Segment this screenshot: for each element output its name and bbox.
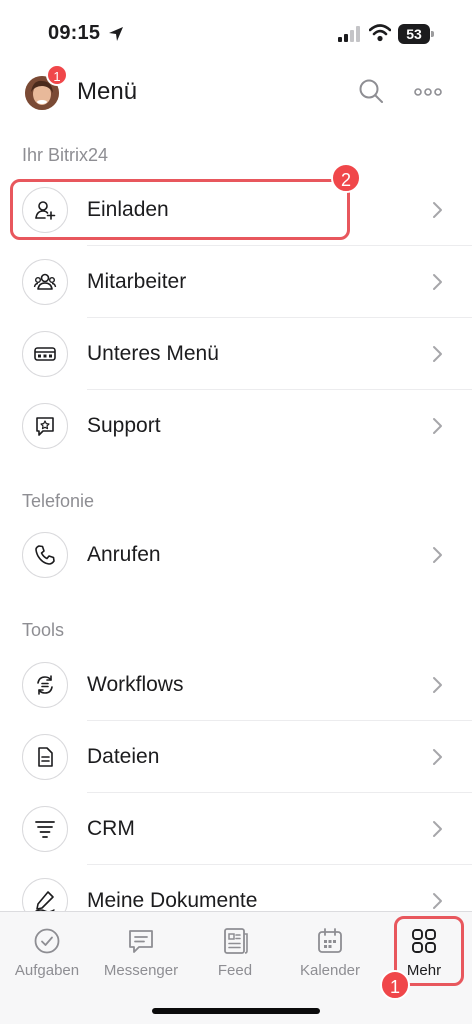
page-title: Menü: [77, 78, 138, 105]
tab-label: Messenger: [103, 962, 179, 979]
section-title-bitrix24: Ihr Bitrix24: [22, 145, 109, 165]
chevron-right-icon: [433, 893, 442, 909]
file-icon: [22, 734, 68, 780]
chevron-right-icon: [433, 418, 442, 434]
menu-item-label: Anrufen: [87, 543, 161, 566]
battery-tip: [431, 31, 434, 37]
section-title-tools: Tools: [22, 620, 65, 640]
menu-item-label: Dateien: [87, 745, 160, 768]
avatar-notification-badge: 1: [46, 64, 68, 86]
tab-messenger[interactable]: Messenger: [94, 912, 188, 992]
header: 1 Menü: [0, 64, 472, 114]
menu-item-label: CRM: [87, 817, 135, 840]
menu-item-label: Meine Dokumente: [87, 889, 258, 912]
chevron-right-icon: [433, 821, 442, 837]
menu-item-call[interactable]: Anrufen: [0, 519, 472, 591]
support-chat-icon: [22, 403, 68, 449]
tab-label: Feed: [217, 962, 253, 979]
menu-item-label: Workflows: [87, 673, 184, 696]
crm-funnel-icon: [22, 806, 68, 852]
cellular-signal-icon: [338, 26, 360, 42]
section-title-telefonie: Telefonie: [22, 491, 95, 511]
phone-icon: [22, 532, 68, 578]
menu-item-support[interactable]: Support: [0, 390, 472, 462]
tab-calendar[interactable]: Kalender: [283, 912, 377, 992]
step-badge-2: 2: [331, 163, 361, 193]
chevron-right-icon: [433, 274, 442, 290]
menu-item-label: Mitarbeiter: [87, 270, 187, 293]
tab-label: Aufgaben: [14, 962, 80, 979]
tab-tasks[interactable]: Aufgaben: [0, 912, 94, 992]
chevron-right-icon: [433, 202, 442, 218]
battery-icon: 53: [398, 24, 434, 44]
status-bar: 09:15 53: [0, 0, 472, 70]
calendar-icon: [318, 928, 342, 953]
chevron-right-icon: [433, 749, 442, 765]
bottom-menu-icon: [22, 331, 68, 377]
more-options-icon[interactable]: [414, 84, 442, 100]
tab-label: Kalender: [299, 962, 361, 979]
battery-level: 53: [398, 24, 430, 44]
workflow-icon: [22, 662, 68, 708]
menu-item-bottom-menu[interactable]: Unteres Menü: [0, 318, 472, 390]
home-indicator[interactable]: [152, 1008, 320, 1014]
menu-item-employees[interactable]: Mitarbeiter: [0, 246, 472, 318]
chevron-right-icon: [433, 677, 442, 693]
status-time: 09:15: [48, 22, 101, 44]
feed-icon: [224, 928, 248, 954]
people-icon: [22, 259, 68, 305]
menu-item-label: Unteres Menü: [87, 342, 219, 365]
menu-item-files[interactable]: Dateien: [0, 721, 472, 793]
location-arrow-icon: [109, 27, 123, 41]
chevron-right-icon: [433, 346, 442, 362]
check-circle-icon: [34, 928, 60, 954]
menu-item-workflows[interactable]: Workflows: [0, 649, 472, 721]
step-badge-1: 1: [380, 970, 410, 1000]
menu-item-crm[interactable]: CRM: [0, 793, 472, 865]
chevron-right-icon: [433, 547, 442, 563]
menu-item-label: Support: [87, 414, 161, 437]
tab-feed[interactable]: Feed: [188, 912, 282, 992]
wifi-icon: [369, 24, 391, 42]
search-icon[interactable]: [358, 78, 384, 104]
chat-icon: [129, 930, 153, 953]
highlight-invite: [10, 179, 350, 240]
